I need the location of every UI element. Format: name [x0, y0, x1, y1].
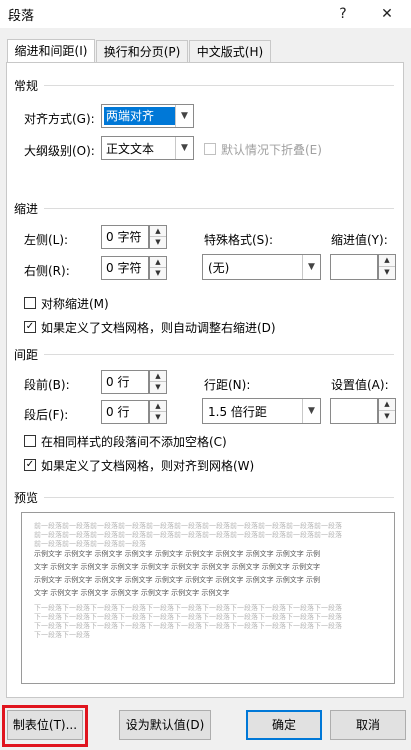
- chevron-down-icon: ▼: [302, 399, 320, 423]
- collapse-checkbox[interactable]: [204, 143, 216, 155]
- spacing-before-spinner[interactable]: ▲ ▼: [149, 370, 167, 394]
- preview-box: 前一段落前一段落前一段落前一段落前一段落前一段落前一段落前一段落前一段落前一段落…: [21, 512, 395, 684]
- indent-right-label: 右侧(R):: [24, 264, 70, 278]
- at-label: 设置值(A):: [331, 378, 389, 392]
- spin-down-icon[interactable]: ▼: [379, 411, 395, 423]
- line-spacing-label: 行距(N):: [204, 378, 251, 392]
- indent-right-spinner[interactable]: ▲ ▼: [149, 256, 167, 280]
- spacing-before-input[interactable]: 0 行: [101, 370, 149, 394]
- spin-up-icon[interactable]: ▲: [379, 399, 395, 411]
- tab-indent-spacing[interactable]: 缩进和间距(I): [7, 39, 95, 63]
- spin-up-icon[interactable]: ▲: [150, 257, 166, 268]
- general-divider: [44, 85, 394, 86]
- indent-right-input[interactable]: 0 字符: [101, 256, 149, 280]
- checkmark-icon: ✓: [25, 321, 35, 332]
- preview-sample-line: 文字 示例文字 示例文字 示例文字 示例文字 示例文字 示例文字: [34, 589, 230, 597]
- collapse-label: 默认情况下折叠(E): [221, 143, 322, 157]
- mirror-indent-checkbox[interactable]: [24, 297, 36, 309]
- preview-prev-line: 前一段落前一段落前一段落前一段落: [34, 540, 146, 548]
- indent-left-label: 左侧(L):: [24, 233, 69, 247]
- help-button[interactable]: ?: [323, 0, 363, 28]
- tab-line-page-breaks[interactable]: 换行和分页(P): [96, 40, 188, 62]
- dialog-title: 段落: [8, 9, 35, 24]
- indent-divider: [44, 208, 394, 209]
- outline-level-label: 大纲级别(O):: [24, 144, 95, 158]
- alignment-label: 对齐方式(G):: [24, 112, 95, 126]
- no-space-label: 在相同样式的段落间不添加空格(C): [41, 435, 227, 449]
- indent-left-spinner[interactable]: ▲ ▼: [149, 225, 167, 249]
- preview-heading: 预览: [14, 491, 39, 505]
- spin-up-icon[interactable]: ▲: [379, 255, 395, 267]
- line-spacing-value: 1.5 倍行距: [208, 405, 267, 419]
- preview-sample-line: 文字 示例文字 示例文字 示例文字 示例文字 示例文字 示例文字 示例文字 示例…: [34, 563, 321, 571]
- indent-heading: 缩进: [14, 202, 39, 216]
- preview-divider: [44, 497, 394, 498]
- indent-by-input[interactable]: [330, 254, 378, 280]
- preview-next-line: 下一段落下一段落: [34, 631, 90, 639]
- tab-asian-typography[interactable]: 中文版式(H): [189, 40, 271, 62]
- at-spinner[interactable]: ▲ ▼: [378, 398, 396, 424]
- preview-sample-line: 示例文字 示例文字 示例文字 示例文字 示例文字 示例文字 示例文字 示例文字 …: [34, 576, 321, 584]
- no-space-checkbox[interactable]: [24, 435, 36, 447]
- chevron-down-icon: ▼: [175, 105, 193, 127]
- alignment-value: 两端对齐: [104, 107, 176, 125]
- spin-down-icon[interactable]: ▼: [150, 268, 166, 279]
- general-heading: 常规: [14, 79, 39, 93]
- line-spacing-select[interactable]: 1.5 倍行距 ▼: [202, 398, 321, 424]
- indent-by-label: 缩进值(Y):: [331, 233, 388, 247]
- spacing-divider: [44, 354, 394, 355]
- spacing-after-spinner[interactable]: ▲ ▼: [149, 400, 167, 424]
- auto-adjust-checkbox[interactable]: ✓: [24, 321, 36, 333]
- spacing-heading: 间距: [14, 348, 39, 362]
- checkmark-icon: ✓: [25, 459, 35, 470]
- mirror-indent-label: 对称缩进(M): [41, 297, 109, 311]
- preview-sample-line: 示例文字 示例文字 示例文字 示例文字 示例文字 示例文字 示例文字 示例文字 …: [34, 550, 321, 558]
- auto-adjust-label: 如果定义了文档网格，则自动调整右缩进(D): [41, 321, 276, 335]
- chevron-down-icon: ▼: [302, 255, 320, 279]
- snap-grid-checkbox[interactable]: ✓: [24, 459, 36, 471]
- spin-down-icon[interactable]: ▼: [150, 382, 166, 393]
- spin-up-icon[interactable]: ▲: [150, 401, 166, 412]
- spin-down-icon[interactable]: ▼: [150, 412, 166, 423]
- at-input[interactable]: [330, 398, 378, 424]
- spacing-before-label: 段前(B):: [24, 378, 70, 392]
- outline-level-value: 正文文本: [106, 142, 155, 156]
- close-button[interactable]: ✕: [367, 0, 407, 28]
- alignment-select[interactable]: 两端对齐 ▼: [101, 104, 194, 128]
- indent-left-input[interactable]: 0 字符: [101, 225, 149, 249]
- set-default-button[interactable]: 设为默认值(D): [119, 710, 211, 740]
- spacing-after-label: 段后(F):: [24, 408, 69, 422]
- spin-down-icon[interactable]: ▼: [379, 267, 395, 279]
- chevron-down-icon: ▼: [175, 137, 193, 159]
- cancel-button[interactable]: 取消: [330, 710, 406, 740]
- highlight-box: [2, 705, 88, 747]
- snap-grid-label: 如果定义了文档网格，则对齐到网格(W): [41, 459, 255, 473]
- special-label: 特殊格式(S):: [204, 233, 274, 247]
- outline-level-select[interactable]: 正文文本 ▼: [101, 136, 194, 160]
- spin-up-icon[interactable]: ▲: [150, 371, 166, 382]
- special-select[interactable]: (无) ▼: [202, 254, 321, 280]
- ok-button[interactable]: 确定: [246, 710, 322, 740]
- spin-down-icon[interactable]: ▼: [150, 237, 166, 248]
- spin-up-icon[interactable]: ▲: [150, 226, 166, 237]
- indent-by-spinner[interactable]: ▲ ▼: [378, 254, 396, 280]
- special-value: (无): [208, 261, 230, 275]
- spacing-after-input[interactable]: 0 行: [101, 400, 149, 424]
